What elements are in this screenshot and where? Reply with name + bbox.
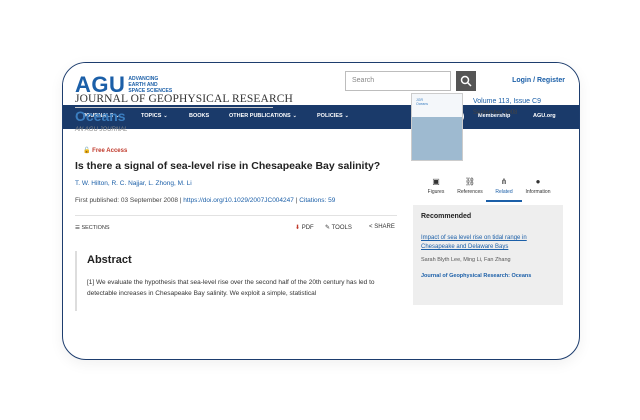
cover-title: JGR Oceans (416, 98, 428, 106)
main-nav: JOURNALS ⌄ TOPICS ⌄ BOOKS OTHER PUBLICATIO… (63, 105, 579, 129)
nav-label: POLICIES (317, 113, 343, 119)
authors-list[interactable]: T. W. Hilton, R. C. Najjar, L. Zhong, M.… (75, 180, 192, 187)
nav-agu-org[interactable]: AGU.org (533, 113, 556, 119)
nav-policies[interactable]: POLICIES ⌄ (317, 113, 349, 119)
tools-label: TOOLS (331, 225, 352, 231)
free-access-label: Free Access (92, 148, 128, 154)
tab-figures[interactable]: ▣ Figures (419, 177, 453, 195)
unlock-icon: 🔓 (83, 148, 91, 154)
share-icon: < (369, 224, 373, 230)
browser-frame: AGU ADVANCING EARTH AND SPACE SCIENCES S… (62, 62, 580, 360)
search-icon (460, 75, 472, 87)
issue-date: September 2008 (473, 110, 518, 116)
search-input[interactable]: Search (345, 71, 451, 91)
pdf-label: PDF (301, 225, 314, 231)
recommended-heading: Recommended (421, 213, 472, 220)
search-button[interactable] (456, 71, 476, 91)
article-title: Is there a signal of sea-level rise in C… (75, 160, 381, 172)
chevron-down-icon: ⌄ (163, 113, 168, 119)
nav-label: TOPICS (141, 113, 162, 119)
nav-label: OTHER PUBLICATIONS (229, 113, 291, 119)
free-access-badge: 🔓 Free Access (83, 147, 127, 154)
journal-name[interactable]: JOURNAL OF GEOPHYSICAL RESEARCH (75, 93, 293, 105)
publication-info: First published: 03 September 2008 | htt… (75, 197, 336, 204)
sections-label: SECTIONS (81, 225, 110, 231)
recommended-authors: Sarah Blyth Lee, Ming Li, Fan Zhang (421, 257, 511, 263)
recommended-journal[interactable]: Journal of Geophysical Research: Oceans (421, 273, 531, 279)
active-tab-indicator (486, 200, 522, 202)
tab-information[interactable]: ● Information (521, 177, 555, 195)
link-icon: ⛓ (464, 177, 476, 186)
login-register-link[interactable]: Login / Register (512, 77, 565, 84)
abstract-heading: Abstract (87, 254, 132, 266)
journal-section[interactable]: Oceans (75, 108, 126, 124)
nav-other-publications[interactable]: OTHER PUBLICATIONS ⌄ (229, 113, 297, 119)
chevron-down-icon: ⌄ (344, 113, 349, 119)
chevron-down-icon: ⌄ (292, 113, 297, 119)
cover-line-2: Oceans (416, 102, 429, 106)
tab-related[interactable]: ⋔ Related (487, 177, 521, 195)
wrench-icon: ✎ (325, 225, 331, 231)
divider (75, 215, 397, 216)
sections-menu[interactable]: ☰ SECTIONS (75, 225, 110, 231)
pdf-button[interactable]: ⬇ PDF (295, 224, 314, 231)
issue-volume-link[interactable]: Volume 113, Issue C9 (473, 98, 541, 105)
logo-tagline: ADVANCING EARTH AND SPACE SCIENCES (128, 76, 172, 94)
pdf-icon: ⬇ (295, 225, 301, 231)
journal-cover[interactable]: JGR Oceans (411, 93, 463, 161)
list-icon: ☰ (75, 225, 80, 231)
abstract-text: [1] We evaluate the hypothesis that sea-… (87, 279, 375, 297)
tab-label: Information (525, 189, 551, 195)
tab-references[interactable]: ⛓ References (453, 177, 487, 195)
image-icon: ▣ (432, 177, 440, 186)
recommended-article-link[interactable]: Impact of sea level rise on tidal range … (421, 234, 561, 252)
tools-button[interactable]: ✎ TOOLS (325, 224, 352, 231)
share-button[interactable]: < SHARE (369, 224, 395, 230)
recommended-panel (413, 205, 563, 305)
article-authors[interactable]: T. W. Hilton, R. C. Najjar, L. Zhong, M.… (75, 180, 192, 187)
related-icon: ⋔ (500, 177, 508, 186)
doi-link[interactable]: https://doi.org/10.1029/2007JC004247 (183, 197, 294, 204)
journal-tag: AN AGU JOURNAL (75, 127, 128, 133)
tab-label: Figures (427, 189, 445, 195)
info-icon: ● (535, 177, 541, 186)
citations-link[interactable]: Citations: 59 (299, 197, 335, 204)
share-label: SHARE (374, 224, 395, 230)
published-date: First published: 03 September 2008 (75, 197, 178, 204)
nav-topics[interactable]: TOPICS ⌄ (141, 113, 168, 119)
nav-label: BOOKS (189, 113, 210, 119)
nav-books[interactable]: BOOKS (189, 113, 209, 119)
tab-label: Related (495, 189, 513, 195)
tab-label: References (457, 189, 483, 195)
